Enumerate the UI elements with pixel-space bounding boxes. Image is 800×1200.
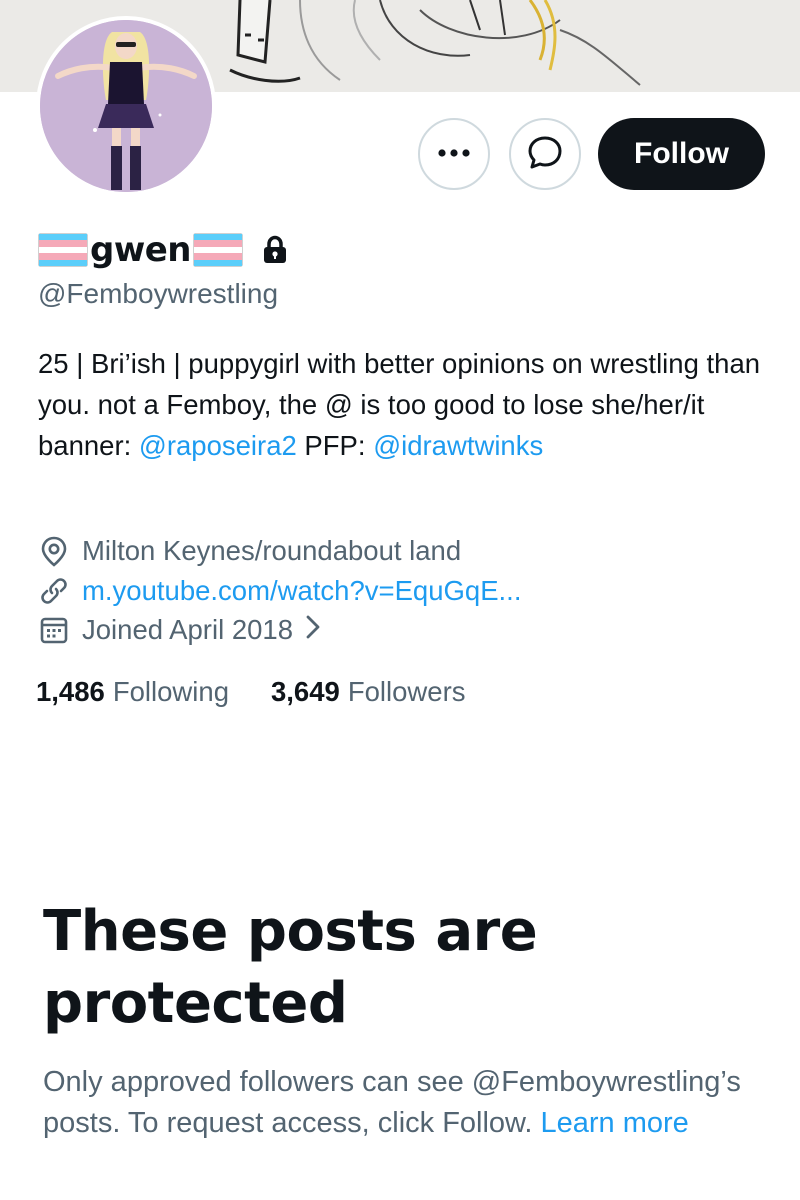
chevron-right-icon [305,614,321,647]
calendar-icon [38,614,70,646]
following-label: Following [112,676,229,707]
following-stat[interactable]: 1,486 Following [36,676,229,708]
profile-joined[interactable]: Joined April 2018 [38,610,321,650]
display-name: gwen [90,230,192,270]
profile-location: Milton Keynes/roundabout land [38,531,461,571]
learn-more-link[interactable]: Learn more [541,1107,689,1139]
bio-mention-link[interactable]: @raposeira2 [139,430,297,461]
followers-stat[interactable]: 3,649 Followers [271,676,466,708]
protected-posts-title: These posts are protected [43,899,538,1036]
profile-website[interactable]: m.youtube.com/watch?v=EquGqE... [38,571,521,611]
avatar[interactable] [36,16,216,196]
profile-handle: @Femboywrestling [38,278,279,309]
website-link[interactable]: m.youtube.com/watch?v=EquGqE... [82,575,521,607]
bio-mention-link[interactable]: @idrawtwinks [373,430,543,461]
followers-label: Followers [347,676,466,707]
more-button[interactable] [418,118,490,190]
display-name-row: gwen [38,226,289,274]
transgender-flag-icon [193,233,244,269]
followers-count: 3,649 [271,676,340,707]
profile-bio: 25 | Bri’ish | puppygirl with better opi… [38,343,778,466]
profile-stats: 1,486 Following 3,649 Followers [36,676,466,708]
location-text: Milton Keynes/roundabout land [82,535,462,566]
more-icon [436,145,472,163]
follow-button[interactable]: Follow [598,118,765,190]
following-count: 1,486 [36,676,105,707]
lock-icon [261,235,289,265]
message-button[interactable] [509,118,581,190]
protected-posts-message: Only approved followers can see @Femboyw… [43,1062,743,1144]
transgender-flag-icon [38,233,88,269]
message-icon [526,133,564,176]
link-icon [38,575,70,607]
location-icon [38,535,70,567]
bio-pfp-label: PFP: [296,430,374,461]
joined-text: Joined April 2018 [82,614,293,645]
